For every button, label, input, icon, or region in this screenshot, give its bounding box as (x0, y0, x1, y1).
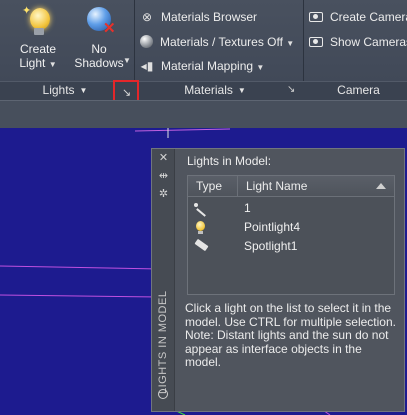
create-light-button[interactable]: ✦ Create Light ▼ (12, 4, 64, 72)
create-camera-button[interactable]: Create Camera (309, 7, 407, 27)
chevron-down-icon: ▼ (286, 39, 295, 48)
material-mapping-icon: ◂▮ (140, 59, 154, 73)
help-description: Click a light on the list to select it i… (185, 301, 396, 370)
no-shadows-label-line1: No (91, 42, 107, 56)
list-item[interactable]: 1 (188, 199, 394, 218)
chevron-down-icon: ▼ (48, 60, 57, 69)
light-name: 1 (244, 201, 251, 215)
chevron-down-icon: ▼ (256, 63, 265, 72)
list-item[interactable]: Pointlight4 (188, 218, 394, 237)
materials-browser-icon: ⊗ (141, 10, 153, 24)
light-bulb-icon (158, 389, 168, 399)
camera-icon (309, 37, 323, 47)
show-cameras-button[interactable]: Show Cameras (309, 32, 407, 52)
lights-in-model-palette: ✕ ⇹ ✲ LIGHTS IN MODEL Lights in Model: T… (151, 148, 405, 412)
lights-list[interactable]: Type Light Name 1 Pointlight4 Spotlight1 (187, 175, 395, 295)
properties-gear-icon[interactable]: ✲ (157, 188, 170, 201)
chevron-down-icon: ▼ (79, 86, 88, 95)
materials-panel-title[interactable]: Materials ▼ (150, 82, 280, 99)
column-header-type[interactable]: Type (188, 176, 238, 197)
ribbon: ✦ Create Light ▼ ✕ No Shadows ▼ ⊗ Materia… (0, 0, 407, 128)
distant-light-icon (193, 201, 211, 217)
camera-icon (309, 12, 323, 22)
shadow-sphere-icon: ✕ (83, 4, 116, 38)
palette-title-bar[interactable]: ✕ ⇹ ✲ LIGHTS IN MODEL (152, 149, 175, 411)
lights-list-heading: Lights in Model: (187, 154, 272, 168)
light-name: Spotlight1 (244, 239, 298, 253)
material-sphere-icon (140, 35, 153, 48)
point-light-icon (193, 220, 211, 235)
palette-vertical-title: LIGHTS IN MODEL (157, 290, 169, 394)
material-mapping-dropdown[interactable]: ◂▮ Material Mapping ▼ (139, 56, 265, 76)
materials-browser-button[interactable]: ⊗ Materials Browser (139, 7, 257, 27)
no-shadows-button[interactable]: ✕ No Shadows (72, 4, 126, 70)
close-icon[interactable]: ✕ (157, 152, 170, 165)
list-header: Type Light Name (188, 176, 394, 197)
materials-textures-dropdown[interactable]: Materials / Textures Off ▼ (139, 32, 294, 52)
dialog-launcher-icon: ↘ (122, 87, 132, 99)
materials-dialog-launcher-icon[interactable]: ↘ (287, 84, 295, 95)
camera-panel-title[interactable]: Camera (310, 82, 407, 99)
no-shadows-label-line2: Shadows (74, 56, 124, 70)
auto-hide-icon[interactable]: ⇹ (157, 170, 170, 183)
lights-panel-title[interactable]: Lights ▼ (20, 82, 110, 99)
column-header-light-name[interactable]: Light Name (238, 176, 394, 197)
create-light-label-line1: Create (19, 42, 57, 56)
no-shadows-dropdown-icon[interactable]: ▼ (123, 56, 131, 65)
chevron-down-icon: ▼ (237, 86, 246, 95)
ribbon-bottom-strip (0, 100, 407, 128)
sort-ascending-icon (376, 183, 386, 189)
list-item[interactable]: Spotlight1 (188, 237, 394, 256)
light-bulb-icon: ✦ (22, 4, 54, 38)
create-light-label-line2: Light ▼ (19, 56, 57, 70)
light-name: Pointlight4 (244, 220, 301, 234)
spotlight-icon (193, 238, 211, 254)
